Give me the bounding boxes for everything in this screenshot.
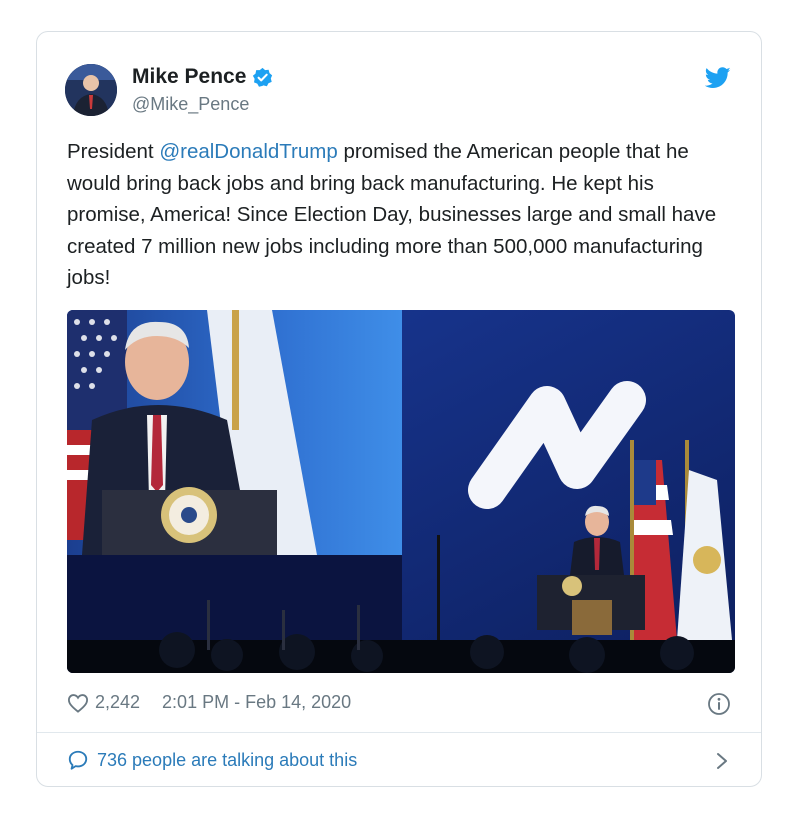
timestamp[interactable]: 2:01 PM - Feb 14, 2020: [162, 692, 351, 713]
tweet-meta: 2,242 2:01 PM - Feb 14, 2020: [67, 692, 351, 713]
author-handle[interactable]: @Mike_Pence: [132, 94, 249, 115]
tweet-card[interactable]: Mike Pence @Mike_Pence President @realDo…: [36, 31, 762, 787]
conversation-label[interactable]: 736 people are talking about this: [97, 750, 357, 771]
verified-badge-icon: [253, 67, 273, 87]
chevron-right-icon[interactable]: [715, 751, 729, 771]
mention-link[interactable]: @realDonaldTrump: [159, 140, 337, 163]
divider: [37, 732, 761, 733]
info-icon[interactable]: [707, 692, 731, 716]
avatar-image: [65, 64, 117, 116]
heart-icon[interactable]: [67, 693, 89, 713]
author-row: Mike Pence: [132, 65, 273, 89]
tweet-text: President @realDonaldTrump promised the …: [67, 136, 737, 294]
conversation-link[interactable]: 736 people are talking about this: [67, 749, 357, 771]
twitter-bird-icon[interactable]: [705, 67, 731, 89]
event-photo: [67, 310, 735, 673]
tweet-text-lead: President: [67, 140, 160, 163]
like-count[interactable]: 2,242: [95, 692, 140, 713]
tweet-photo[interactable]: [67, 310, 735, 673]
avatar[interactable]: [65, 64, 117, 116]
author-name[interactable]: Mike Pence: [132, 65, 246, 89]
speech-bubble-icon: [68, 750, 88, 770]
